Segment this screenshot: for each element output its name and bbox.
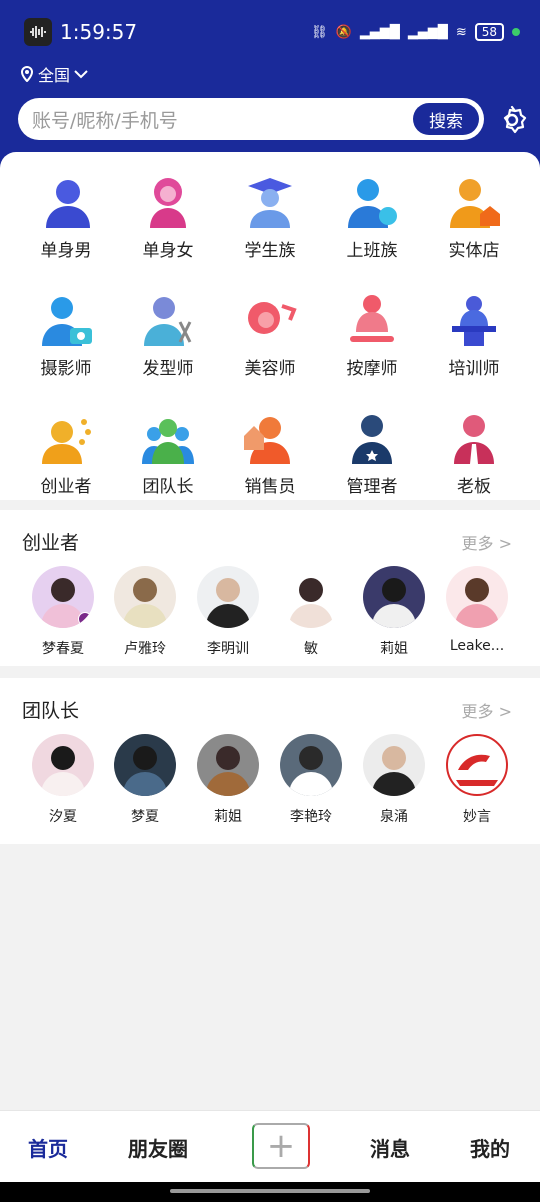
category-manager[interactable]: 管理者 [322,410,422,497]
more-link[interactable]: 更多 > [462,698,513,722]
person-card[interactable]: 汐夏 [22,734,104,826]
category-entrepreneur[interactable]: 创业者 [16,410,116,497]
trainer-icon [452,296,496,346]
location-pin-icon [20,66,34,82]
single-woman-icon [150,178,186,228]
office-worker-icon [348,179,397,228]
person-card[interactable]: 敏 [270,566,352,658]
category-hairstylist[interactable]: 发型师 [118,292,218,379]
person-card[interactable]: 李明训 [187,566,269,658]
tab-home[interactable]: 首页 [28,1133,68,1162]
mute-icon: 🔕 [335,24,352,40]
avatar [197,734,259,796]
avatar [32,734,94,796]
category-grid: 单身男 单身女 学生族 上班族 实体店 摄影师 发型师 美容师 按摩师 培训师 … [0,152,540,500]
signal-icon-1: ▂▄▆█ [359,24,400,40]
app-waveform-icon [24,18,52,46]
search-input[interactable]: 账号/昵称/手机号 [32,106,413,133]
home-gesture-handle[interactable] [170,1189,370,1193]
student-icon [248,178,292,228]
category-masseur[interactable]: 按摩师 [322,292,422,379]
system-nav-bar [0,1182,540,1202]
store-icon [450,179,500,228]
search-box[interactable]: 账号/昵称/手机号 搜索 [18,98,484,140]
vip-badge [78,612,92,626]
add-button[interactable]: + [252,1123,310,1169]
category-team-leader[interactable]: 团队长 [118,410,218,497]
region-label: 全国 [38,66,71,85]
avatar [446,566,508,628]
category-photographer[interactable]: 摄影师 [16,292,116,379]
masseur-icon [350,295,394,342]
person-card[interactable]: 莉姐 [353,566,435,658]
wifi-icon: ≋ [455,24,467,40]
person-card[interactable]: 梦春夏 [22,566,104,658]
avatar [114,734,176,796]
section-title: 团队长 [22,700,80,722]
category-single-man[interactable]: 单身男 [16,174,116,261]
person-card[interactable]: 卢雅玲 [104,566,186,658]
region-selector[interactable]: 全国 [20,62,88,86]
category-store[interactable]: 实体店 [424,174,524,261]
team-leaders-section: 团队长 更多 > 汐夏 梦夏 莉姐 李艳玲 泉涌 妙言 [0,678,540,844]
section-title: 创业者 [22,532,80,554]
person-card[interactable]: 李艳玲 [270,734,352,826]
entrepreneur-icon [42,419,91,464]
salesperson-icon [244,417,290,464]
more-link[interactable]: 更多 > [462,530,513,554]
tab-moments[interactable]: 朋友圈 [128,1133,188,1162]
person-card[interactable]: Leake... [436,566,518,654]
category-single-woman[interactable]: 单身女 [118,174,218,261]
plus-icon: + [266,1126,296,1166]
clock: 1:59:57 [60,20,138,44]
avatar [280,566,342,628]
category-trainer[interactable]: 培训师 [424,292,524,379]
avatar [280,734,342,796]
person-card[interactable]: 莉姐 [187,734,269,826]
team-leader-icon [142,419,194,464]
avatar [32,566,94,628]
single-man-icon [46,180,90,228]
status-bar: 1:59:57 ⛓ 🔕 ▂▄▆█ ▂▄▆█ ≋ 58 [24,14,520,50]
hairstylist-icon [144,297,192,346]
indicator-dot [512,28,520,36]
header-bar: 1:59:57 ⛓ 🔕 ▂▄▆█ ▂▄▆█ ≋ 58 全国 账号/昵称/手机号 … [0,0,540,168]
boss-icon [454,415,494,464]
photographer-icon [42,297,92,346]
category-student[interactable]: 学生族 [220,174,320,261]
person-card[interactable]: 泉涌 [353,734,435,826]
tab-mine[interactable]: 我的 [470,1133,510,1162]
category-office-worker[interactable]: 上班族 [322,174,422,261]
category-boss[interactable]: 老板 [424,410,524,497]
avatar [363,734,425,796]
category-salesperson[interactable]: 销售员 [220,410,320,497]
tab-messages[interactable]: 消息 [370,1133,410,1162]
horse-logo-icon [456,754,498,786]
avatar [363,566,425,628]
avatar [446,734,508,796]
bottom-tab-bar: 首页 朋友圈 + 消息 我的 [0,1110,540,1182]
manager-icon [352,415,392,464]
avatar [114,566,176,628]
beautician-icon [248,302,297,334]
person-card[interactable]: 梦夏 [104,734,186,826]
chevron-down-icon [74,70,88,79]
person-card[interactable]: 妙言 [436,734,518,826]
category-beautician[interactable]: 美容师 [220,292,320,379]
gear-icon[interactable] [496,104,528,136]
avatar [197,566,259,628]
link-icon: ⛓ [311,24,328,40]
signal-icon-2: ▂▄▆█ [407,24,448,40]
entrepreneurs-section: 创业者 更多 > 梦春夏 卢雅玲 李明训 敏 莉姐 Leake... [0,510,540,666]
search-button[interactable]: 搜索 [413,103,479,135]
battery-icon: 58 [474,23,504,41]
